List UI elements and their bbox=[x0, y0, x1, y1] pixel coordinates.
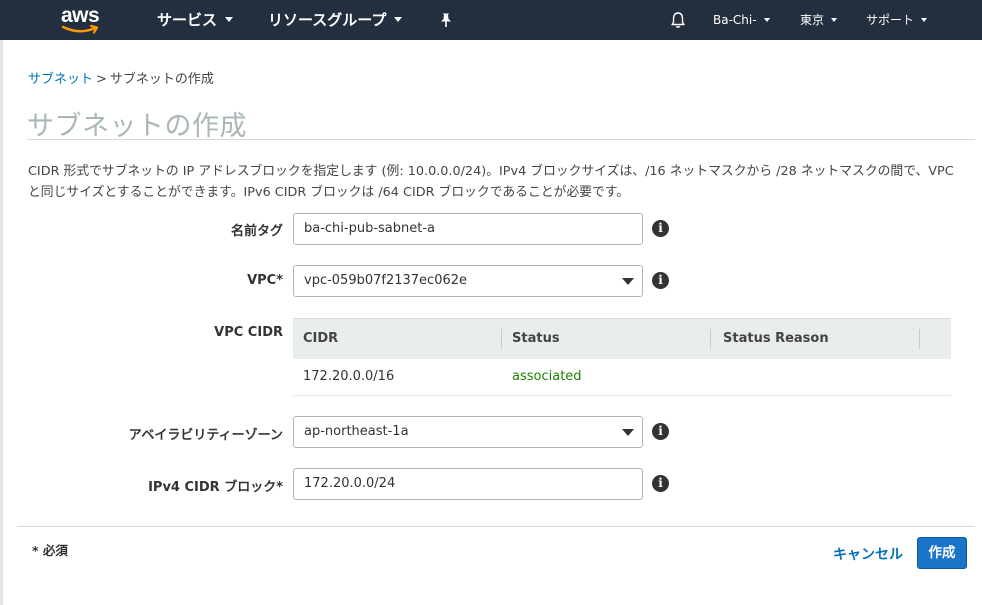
region-label: 東京 bbox=[800, 13, 825, 27]
name-tag-input[interactable]: ba-chi-pub-sabnet-a bbox=[293, 213, 643, 245]
availability-zone-select[interactable]: ap-northeast-1a bbox=[293, 416, 643, 448]
chevron-down-icon bbox=[225, 17, 234, 22]
pin-icon[interactable] bbox=[438, 12, 454, 28]
page-title: サブネットの作成 bbox=[27, 111, 247, 142]
support-menu[interactable]: サポート bbox=[866, 0, 928, 40]
vpc-select-value: vpc-059b07f2137ec062e bbox=[304, 273, 468, 288]
info-icon[interactable]: i bbox=[652, 475, 669, 492]
column-divider bbox=[919, 329, 920, 349]
footer-divider bbox=[17, 526, 975, 527]
caret-down-icon bbox=[622, 429, 634, 436]
resource-groups-label: リソースグループ bbox=[268, 11, 387, 29]
column-divider bbox=[501, 329, 502, 349]
name-tag-label: 名前タグ bbox=[230, 224, 283, 239]
column-header-status[interactable]: Status bbox=[512, 319, 560, 359]
vpc-cidr-table: CIDR Status Status Reason 172.20.0.0/16 … bbox=[293, 318, 951, 396]
availability-zone-label: アベイラビリティーゾーン bbox=[128, 428, 283, 443]
resource-groups-menu[interactable]: リソースグループ bbox=[268, 0, 403, 40]
required-note: * 必須 bbox=[32, 543, 68, 558]
region-menu[interactable]: 東京 bbox=[800, 0, 838, 40]
availability-zone-value: ap-northeast-1a bbox=[304, 424, 409, 439]
breadcrumb-current: サブネットの作成 bbox=[109, 72, 214, 87]
aws-smile-icon bbox=[62, 24, 99, 34]
aws-logo[interactable]: aws bbox=[58, 4, 106, 36]
vpc-select[interactable]: vpc-059b07f2137ec062e bbox=[293, 265, 643, 297]
account-label: Ba-Chi- bbox=[713, 13, 757, 27]
column-header-cidr[interactable]: CIDR bbox=[303, 319, 338, 359]
breadcrumb-subnets-link[interactable]: サブネット bbox=[28, 72, 93, 87]
left-edge-divider bbox=[0, 40, 3, 605]
column-divider bbox=[710, 329, 711, 349]
chevron-down-icon bbox=[394, 17, 403, 22]
ipv4-cidr-input[interactable]: 172.20.0.0/24 bbox=[293, 468, 643, 500]
chevron-down-icon bbox=[831, 17, 838, 22]
ipv4-cidr-value: 172.20.0.0/24 bbox=[304, 476, 396, 491]
caret-down-icon bbox=[622, 278, 634, 285]
cidr-cell: 172.20.0.0/16 bbox=[303, 369, 395, 384]
table-header: CIDR Status Status Reason bbox=[293, 318, 951, 359]
services-menu-label: サービス bbox=[157, 11, 218, 29]
ipv4-cidr-label: IPv4 CIDR ブロック* bbox=[148, 480, 283, 495]
title-divider bbox=[27, 139, 975, 140]
name-tag-value: ba-chi-pub-sabnet-a bbox=[304, 221, 436, 236]
column-header-status-reason[interactable]: Status Reason bbox=[723, 319, 829, 359]
cancel-button[interactable]: キャンセル bbox=[833, 544, 903, 564]
support-label: サポート bbox=[866, 13, 915, 27]
create-button[interactable]: 作成 bbox=[917, 537, 967, 569]
page-description: CIDR 形式でサブネットの IP アドレスブロックを指定します (例: 10.… bbox=[28, 164, 954, 200]
chevron-down-icon bbox=[763, 17, 770, 22]
status-cell: associated bbox=[512, 369, 582, 384]
chevron-down-icon bbox=[921, 17, 928, 22]
top-navigation-bar: aws サービス リソースグループ Ba-Chi- 東京 サポート bbox=[0, 0, 982, 40]
breadcrumb: サブネット > サブネットの作成 bbox=[28, 68, 214, 87]
account-menu[interactable]: Ba-Chi- bbox=[713, 0, 770, 40]
bell-icon[interactable] bbox=[669, 11, 687, 29]
table-row: 172.20.0.0/16 associated bbox=[293, 359, 951, 396]
info-icon[interactable]: i bbox=[652, 423, 669, 440]
vpc-label: VPC* bbox=[247, 273, 283, 288]
breadcrumb-separator: > bbox=[96, 72, 107, 87]
services-menu[interactable]: サービス bbox=[157, 0, 234, 40]
vpc-cidr-label: VPC CIDR bbox=[214, 325, 283, 340]
info-icon[interactable]: i bbox=[652, 220, 669, 237]
info-icon[interactable]: i bbox=[652, 272, 669, 289]
